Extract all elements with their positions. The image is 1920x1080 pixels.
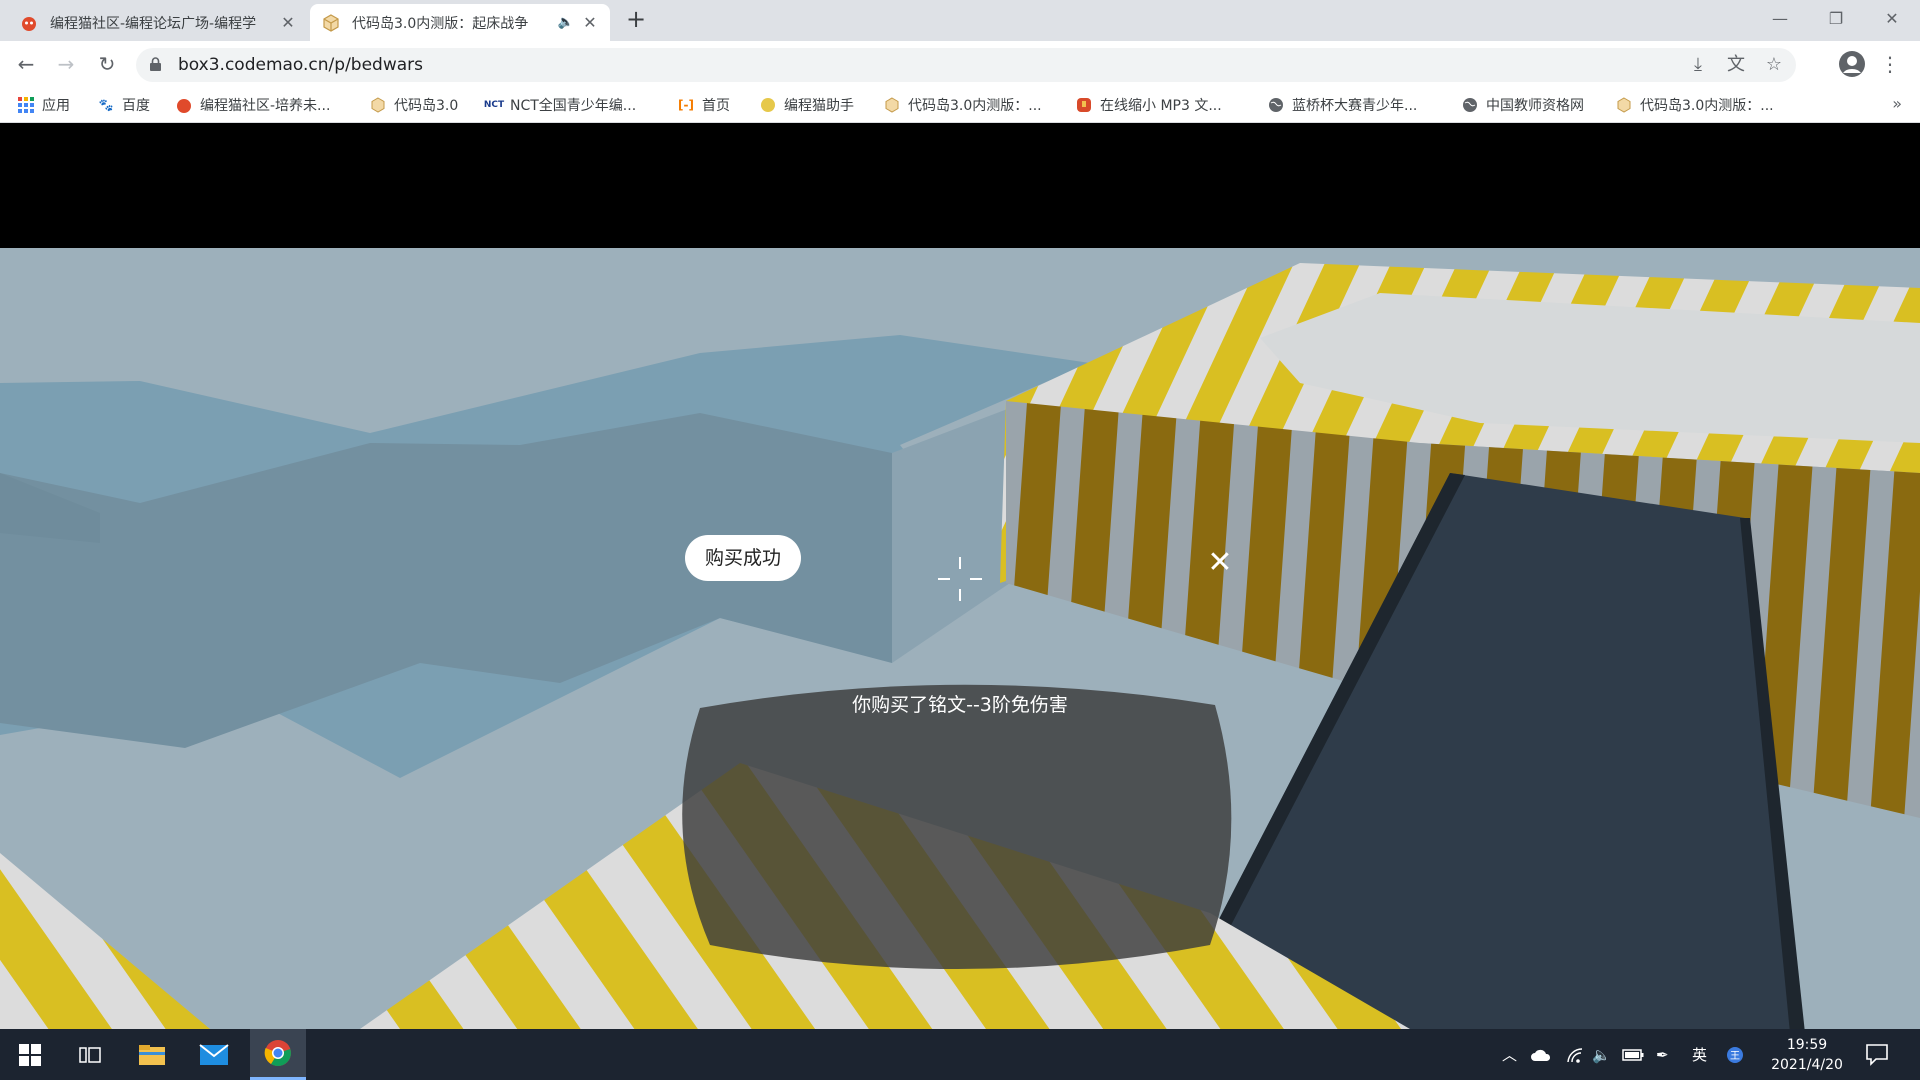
baidu-paw-icon: 🐾 (98, 98, 114, 112)
wifi-icon[interactable] (1566, 1029, 1584, 1080)
bookmark-label: 编程猫社区-培养未... (200, 98, 331, 114)
bookmark-lanqiao[interactable]: 蓝桥杯大赛青少年... (1268, 87, 1417, 123)
tab-codemao-community[interactable]: 编程猫社区-编程论坛广场-编程学 ✕ (8, 4, 308, 41)
box3-cube-icon (370, 97, 386, 113)
bookmark-teacher[interactable]: 中国教师资格网 (1462, 87, 1584, 123)
forward-arrow-icon[interactable]: → (54, 52, 78, 76)
box3-cube-icon (1616, 97, 1632, 113)
nct-icon: NCT (483, 100, 505, 110)
pen-icon[interactable]: ✒ (1656, 1029, 1669, 1080)
bookmark-label: 在线缩小 MP3 文... (1100, 98, 1222, 114)
assistant-icon (760, 97, 776, 113)
clock-time: 19:59 (1786, 1037, 1828, 1053)
bookmark-label: 编程猫助手 (784, 98, 854, 114)
bookmark-star-icon[interactable]: ☆ (1762, 53, 1786, 77)
address-bar[interactable]: box3.codemao.cn/p/bedwars ⤓ 文 ☆ (136, 48, 1796, 82)
bookmarks-overflow-icon[interactable]: » (1892, 87, 1902, 121)
bookmark-label: 代码岛3.0内测版：... (908, 98, 1042, 114)
bookmark-assistant[interactable]: 编程猫助手 (760, 87, 854, 123)
svg-text:王: 王 (1730, 1051, 1740, 1062)
reload-icon[interactable]: ↻ (95, 52, 119, 76)
bookmark-label: 蓝桥杯大赛青少年... (1292, 98, 1418, 114)
bookmark-box3-beta-2[interactable]: 代码岛3.0内测版：... (1616, 87, 1774, 123)
tab-strip: 编程猫社区-编程论坛广场-编程学 ✕ 代码岛3.0内测版：起床战争 🔈 ✕ + … (0, 0, 1920, 41)
bookmark-label: 代码岛3.0内测版：... (1640, 98, 1774, 114)
tab-bedwars[interactable]: 代码岛3.0内测版：起床战争 🔈 ✕ (310, 4, 610, 41)
bookmark-label: NCT全国青少年编... (510, 98, 637, 114)
mail-icon[interactable] (186, 1029, 242, 1080)
bookmark-nct[interactable]: NCT NCT全国青少年编... (483, 87, 637, 123)
mp3-icon (1076, 97, 1092, 113)
bookmark-label: 应用 (42, 98, 70, 114)
tab-title: 代码岛3.0内测版：起床战争 (352, 15, 529, 32)
profile-avatar-icon[interactable] (1838, 50, 1866, 78)
show-hidden-icons-icon[interactable]: ︿ (1502, 1029, 1517, 1080)
bookmark-label: 中国教师资格网 (1486, 98, 1584, 114)
volume-icon[interactable]: 🔈 (1592, 1029, 1611, 1080)
restore-icon[interactable]: ❐ (1808, 0, 1864, 36)
speaker-icon[interactable]: 🔈 (558, 15, 574, 30)
bookmark-codemao-community[interactable]: 编程猫社区-培养未... (176, 87, 330, 123)
dialog-title-badge: 购买成功 (685, 535, 802, 581)
windows-start-icon[interactable] (2, 1029, 58, 1080)
ime-mode-icon[interactable]: 王 (1726, 1029, 1744, 1080)
lock-icon (150, 57, 161, 71)
home-bracket-icon: [-] (678, 98, 694, 112)
file-explorer-icon[interactable] (124, 1029, 180, 1080)
bookmark-box3-beta[interactable]: 代码岛3.0内测版：... (884, 87, 1042, 123)
minimize-icon[interactable]: — (1752, 0, 1808, 36)
globe-icon (1268, 97, 1284, 113)
bookmark-label: 首页 (702, 98, 730, 114)
close-icon[interactable]: ✕ (1206, 548, 1234, 578)
box3-cube-icon (884, 97, 900, 113)
globe-icon (1462, 97, 1478, 113)
install-app-icon[interactable]: ⤓ (1686, 53, 1710, 77)
bookmark-baidu[interactable]: 🐾 百度 (98, 87, 150, 123)
bookmark-apps[interactable]: 应用 (18, 87, 70, 123)
box3-cube-icon (322, 13, 340, 32)
task-view-icon[interactable] (62, 1029, 118, 1080)
translate-icon[interactable]: 文 (1724, 53, 1748, 77)
close-window-icon[interactable]: ✕ (1864, 0, 1920, 36)
browser-toolbar: ← → ↻ box3.codemao.cn/p/bedwars ⤓ 文 ☆ ⋮ (0, 41, 1920, 87)
windows-taskbar: ︿ 🔈 ✒ 英 王 19:59 2021/4/20 (0, 1029, 1920, 1080)
chrome-taskbar-icon[interactable] (250, 1029, 306, 1080)
ime-language[interactable]: 英 (1692, 1029, 1707, 1080)
kebab-menu-icon[interactable]: ⋮ (1880, 52, 1900, 76)
back-arrow-icon[interactable]: ← (14, 52, 38, 76)
notification-center-icon[interactable] (1864, 1041, 1890, 1067)
bookmark-mp3[interactable]: 在线缩小 MP3 文... (1076, 87, 1222, 123)
window-controls: — ❐ ✕ (1752, 0, 1920, 36)
close-icon[interactable]: ✕ (280, 13, 296, 32)
tab-title: 编程猫社区-编程论坛广场-编程学 (50, 15, 257, 32)
codemao-icon (20, 14, 38, 32)
battery-icon[interactable] (1622, 1029, 1644, 1080)
system-clock[interactable]: 19:59 2021/4/20 (1760, 1035, 1854, 1075)
dialog-message: 你购买了铭文--3阶免伤害 (852, 694, 1068, 716)
onedrive-cloud-icon[interactable] (1530, 1029, 1552, 1080)
bookmark-label: 代码岛3.0 (394, 98, 459, 114)
bookmark-home[interactable]: [-] 首页 (678, 87, 730, 123)
url-text[interactable]: box3.codemao.cn/p/bedwars (178, 48, 423, 82)
close-icon[interactable]: ✕ (582, 13, 598, 32)
new-tab-button[interactable]: + (624, 7, 648, 32)
bookmark-label: 百度 (122, 98, 150, 114)
bookmarks-bar: 应用 🐾 百度 编程猫社区-培养未... 代码岛3.0 NCT NCT全国青少年… (0, 87, 1920, 123)
apps-grid-icon (18, 97, 34, 113)
bookmark-box3[interactable]: 代码岛3.0 (370, 87, 458, 123)
codemao-icon (176, 97, 192, 113)
clock-date: 2021/4/20 (1771, 1057, 1843, 1073)
